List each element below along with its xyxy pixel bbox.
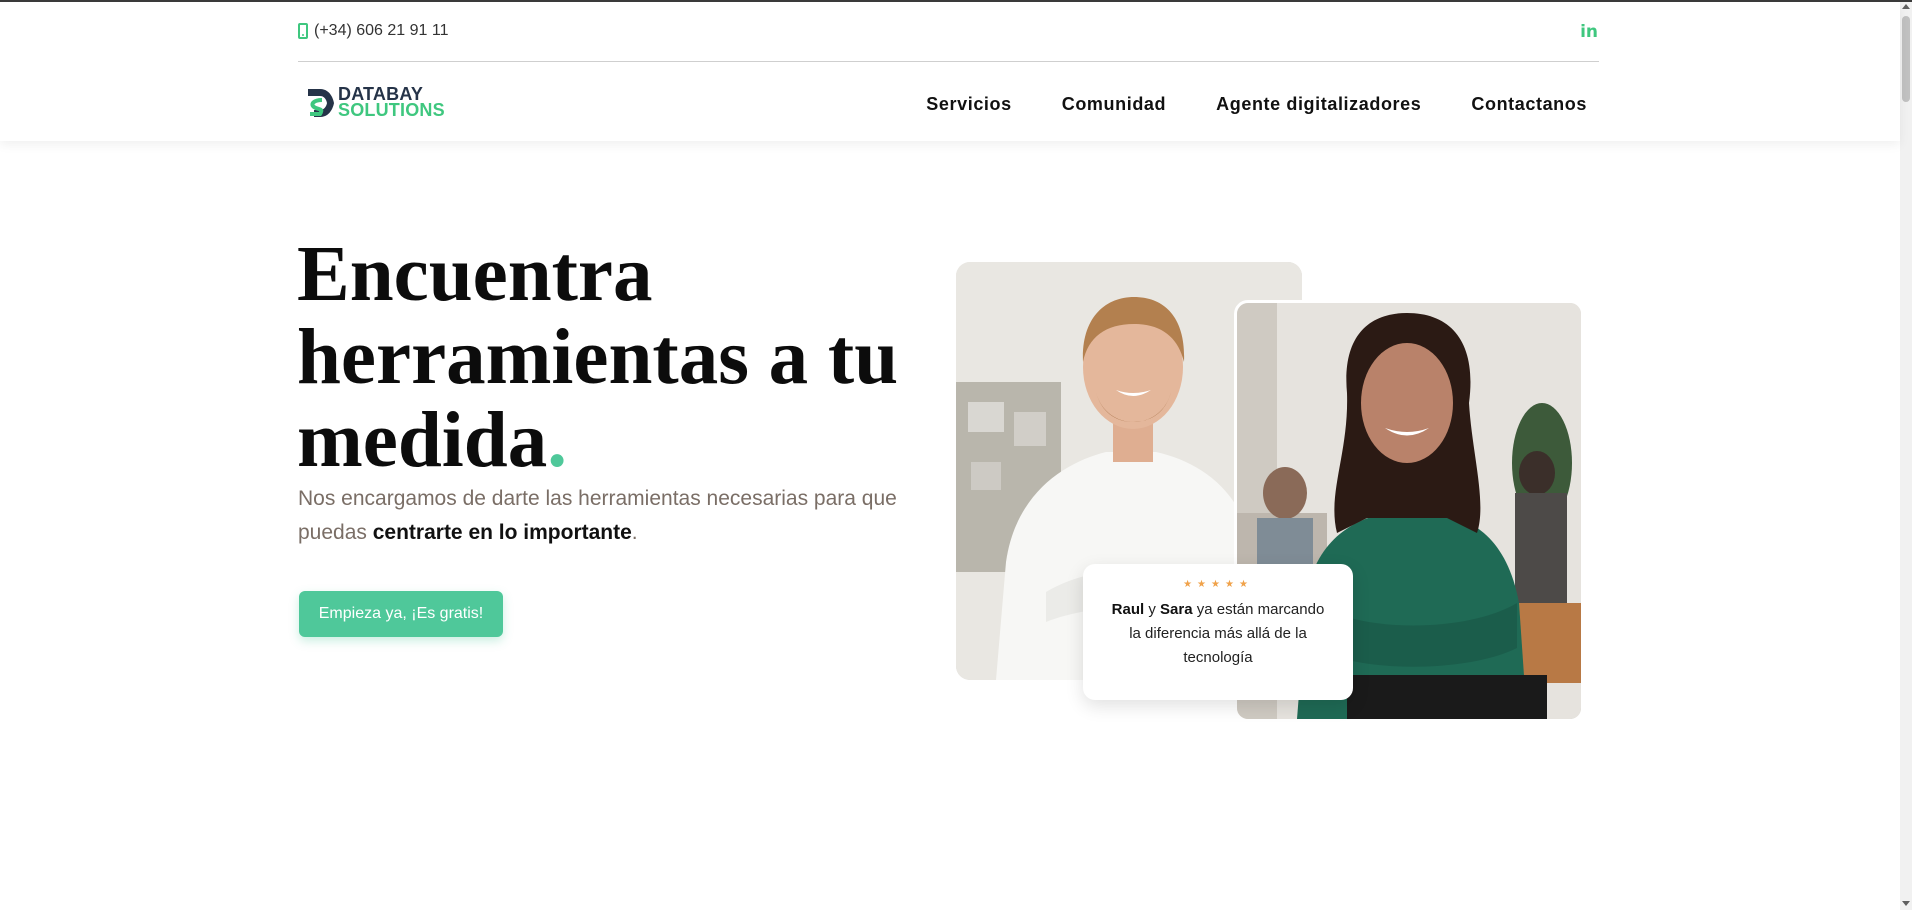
testimonial-name-1: Raul <box>1111 601 1145 618</box>
rating-stars-icon: ★★★★★ <box>1183 579 1253 590</box>
site-header: (+34) 606 21 91 11 in DATABAY SOLUTIONS … <box>0 2 1900 141</box>
linkedin-icon[interactable]: in <box>1580 22 1598 42</box>
page-scrollbar[interactable] <box>1900 2 1912 910</box>
nav-comunidad[interactable]: Comunidad <box>1062 94 1166 115</box>
start-free-button[interactable]: Empieza ya, ¡Es gratis! <box>299 591 503 637</box>
mobile-phone-icon <box>298 23 308 39</box>
hero-title: Encuentra herramientas a tu medida. <box>297 233 957 482</box>
hero-title-text: Encuentra herramientas a tu medida <box>297 231 899 484</box>
testimonial-text: Raul y Sara ya están marcando la diferen… <box>1109 598 1327 670</box>
hero-subtitle-post: . <box>631 521 638 544</box>
databay-logo-mark-icon <box>308 89 334 117</box>
main-nav: Servicios Comunidad Agente digitalizador… <box>926 94 1587 115</box>
testimonial-card: ★★★★★ Raul y Sara ya están marcando la d… <box>1083 564 1353 700</box>
phone-number: (+34) 606 21 91 11 <box>314 22 449 39</box>
scrollbar-thumb[interactable] <box>1902 16 1910 102</box>
brand-logo[interactable]: DATABAY SOLUTIONS <box>304 84 454 122</box>
hero-title-dot: . <box>547 397 567 484</box>
testimonial-name-2: Sara <box>1160 601 1193 618</box>
nav-contactanos[interactable]: Contactanos <box>1471 94 1587 115</box>
testimonial-conj: y <box>1144 601 1161 618</box>
hero-subtitle: Nos encargamos de darte las herramientas… <box>298 482 958 550</box>
scroll-up-arrow-icon[interactable] <box>1902 4 1910 9</box>
hero-subtitle-bold: centrarte en lo importante <box>372 521 632 544</box>
scroll-down-arrow-icon[interactable] <box>1902 901 1910 906</box>
phone-contact[interactable]: (+34) 606 21 91 11 <box>298 22 448 40</box>
brand-line2: SOLUTIONS <box>338 100 445 120</box>
nav-agente-digitalizadores[interactable]: Agente digitalizadores <box>1216 94 1421 115</box>
nav-servicios[interactable]: Servicios <box>926 94 1011 115</box>
topbar: (+34) 606 21 91 11 in <box>298 2 1599 62</box>
